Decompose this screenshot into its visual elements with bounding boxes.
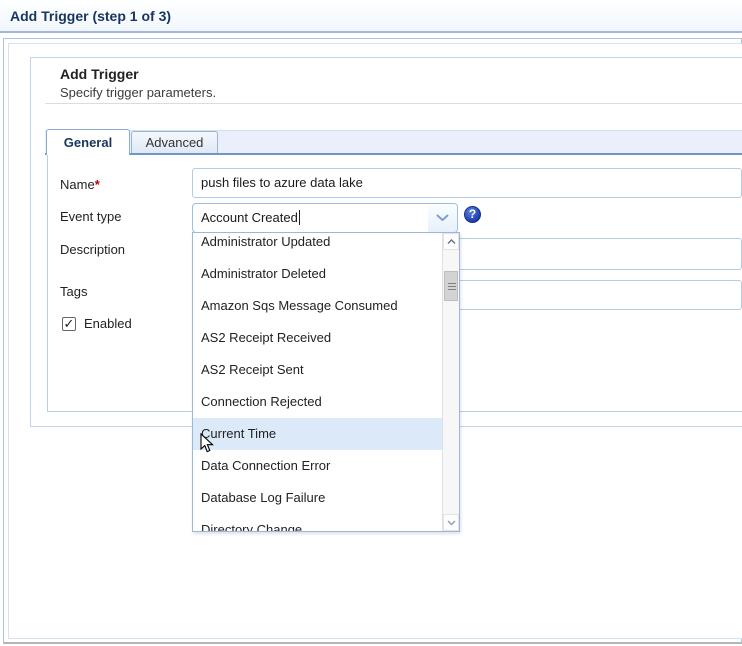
scrollbar-thumb[interactable] <box>444 271 458 301</box>
description-label: Description <box>60 243 125 257</box>
scrollbar-down-button[interactable] <box>443 514 459 531</box>
list-item[interactable]: Directory Change <box>193 514 442 532</box>
list-item[interactable]: Administrator Updated <box>193 232 442 258</box>
text-caret <box>299 210 300 225</box>
name-input[interactable]: push files to azure data lake <box>192 168 742 198</box>
add-trigger-dialog: Add Trigger (step 1 of 3) Add Trigger Sp… <box>0 0 742 646</box>
dropdown-scrollbar[interactable] <box>442 233 459 531</box>
list-item[interactable]: Amazon Sqs Message Consumed <box>193 290 442 322</box>
scrollbar-grip-icon <box>448 283 456 290</box>
step-subheading: Specify trigger parameters. <box>60 85 216 100</box>
list-item[interactable]: Database Log Failure <box>193 482 442 514</box>
dialog-titlebar: Add Trigger (step 1 of 3) <box>0 0 742 33</box>
required-asterisk: * <box>95 177 100 192</box>
event-type-value[interactable]: Account Created <box>201 204 300 232</box>
enabled-checkbox[interactable]: ✓ <box>62 317 76 331</box>
step-heading: Add Trigger <box>60 66 139 82</box>
list-item[interactable]: Data Connection Error <box>193 450 442 482</box>
event-type-dropdown-list: Administrator Updated Administrator Dele… <box>192 232 460 532</box>
dialog-title: Add Trigger (step 1 of 3) <box>10 8 171 24</box>
tags-label: Tags <box>60 285 87 299</box>
event-type-label: Event type <box>60 210 121 224</box>
name-label: Name* <box>60 178 100 192</box>
list-item[interactable]: Connection Rejected <box>193 386 442 418</box>
list-item[interactable]: AS2 Receipt Received <box>193 322 442 354</box>
tab-general[interactable]: General <box>46 129 130 155</box>
help-icon[interactable]: ? <box>464 206 481 223</box>
dropdown-items: Administrator Updated Administrator Dele… <box>193 232 442 532</box>
combo-dropdown-button[interactable] <box>428 204 457 232</box>
list-item-highlighted[interactable]: Current Time <box>193 418 442 450</box>
scrollbar-up-button[interactable] <box>443 233 459 250</box>
list-item[interactable]: AS2 Receipt Sent <box>193 354 442 386</box>
enabled-label: Enabled <box>84 317 132 331</box>
mouse-cursor-icon <box>200 433 214 459</box>
list-item[interactable]: Administrator Deleted <box>193 258 442 290</box>
tab-advanced[interactable]: Advanced <box>131 131 218 153</box>
tabstrip-underline <box>45 153 742 155</box>
event-type-combobox[interactable]: Account Created <box>192 203 458 233</box>
heading-separator <box>45 103 742 104</box>
